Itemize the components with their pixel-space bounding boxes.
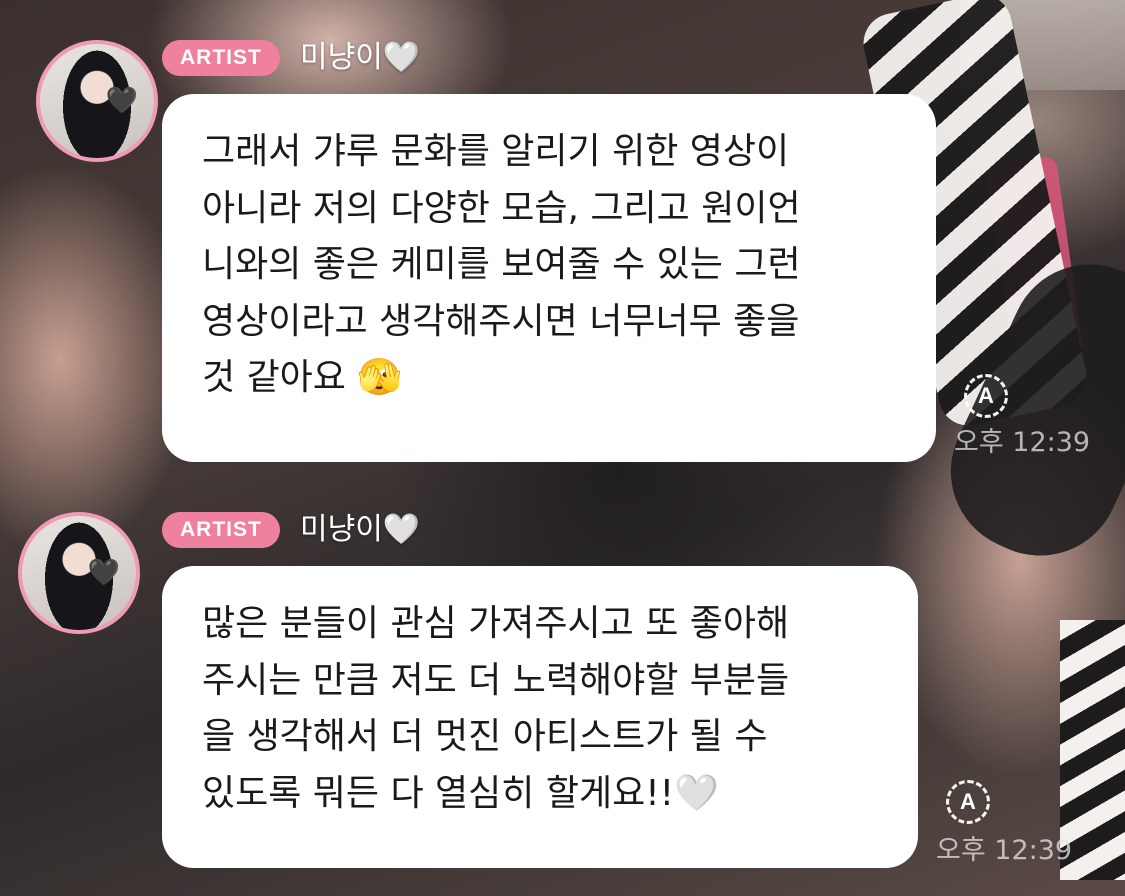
username[interactable]: 미냥이🤍 (300, 512, 420, 548)
artist-badge: ARTIST (162, 512, 280, 548)
artist-badge: ARTIST (162, 40, 280, 76)
message-timestamp: 오후 12:39 (954, 427, 1091, 458)
heart-icon: 🖤 (105, 86, 138, 116)
message-line: 주시는 만큼 저도 더 노력해야할 부분들 (202, 659, 790, 701)
message-bubble[interactable]: 많은 분들이 관심 가져주시고 또 좋아해 주시는 만큼 저도 더 노력해야할 … (162, 566, 918, 868)
avatar[interactable]: 🖤 (18, 512, 140, 634)
message-line: 아니라 저의 다양한 모습, 그리고 원이언 (202, 187, 801, 229)
message-line: 많은 분들이 관심 가져주시고 또 좋아해 (202, 603, 790, 644)
message-line: 것 같아요 🫣 (202, 357, 403, 398)
translate-icon[interactable]: A (946, 780, 990, 824)
avatar[interactable]: 🖤 (36, 40, 158, 162)
message-line: 영상이라고 생각해주시면 너무너무 좋을 (202, 300, 800, 342)
message-line: 있도록 뭐든 다 열심히 할게요!!🤍 (202, 772, 719, 814)
message-timestamp: 오후 12:39 (936, 835, 1073, 866)
message-line: 니와의 좋은 케미를 보여줄 수 있는 그런 (202, 244, 801, 285)
message-line: 그래서 갸루 문화를 알리기 위한 영상이 (202, 131, 790, 172)
heart-icon: 🖤 (87, 558, 120, 588)
message-bubble[interactable]: 그래서 갸루 문화를 알리기 위한 영상이 아니라 저의 다양한 모습, 그리고… (162, 94, 936, 462)
username[interactable]: 미냥이🤍 (300, 40, 420, 76)
translate-icon[interactable]: A (964, 374, 1008, 418)
message-line: 을 생각해서 더 멋진 아티스트가 될 수 (202, 716, 768, 757)
